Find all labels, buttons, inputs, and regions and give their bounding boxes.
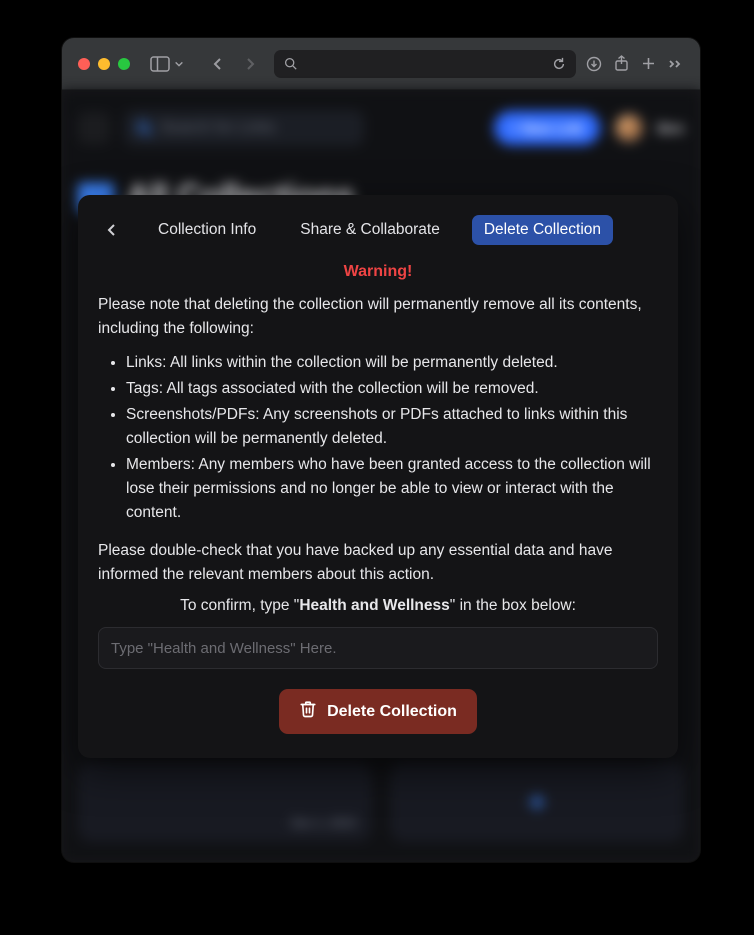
add-collection-card[interactable] (390, 762, 684, 842)
confirm-instruction: To confirm, type "Health and Wellness" i… (98, 597, 658, 615)
avatar[interactable] (614, 113, 644, 143)
downloads-icon[interactable] (586, 56, 602, 72)
list-item: Tags: All tags associated with the colle… (126, 377, 658, 401)
chevron-down-icon[interactable] (174, 59, 184, 69)
trash-icon (299, 700, 317, 723)
delete-collection-modal: Collection Info Share & Collaborate Dele… (78, 195, 678, 758)
warning-heading: Warning! (98, 263, 658, 281)
reload-icon[interactable] (552, 57, 566, 71)
app-menu-button[interactable] (78, 112, 110, 144)
address-bar[interactable] (274, 50, 576, 78)
new-tab-icon[interactable] (641, 56, 656, 71)
nav-group (204, 51, 264, 77)
window-controls (78, 58, 130, 70)
list-item: Members: Any members who have been grant… (126, 453, 658, 525)
collection-card[interactable]: Dec 1, 2023 (78, 762, 372, 842)
tab-share-collaborate[interactable]: Share & Collaborate (288, 215, 452, 245)
sidebar-toggle-group (150, 56, 184, 72)
nav-forward-button[interactable] (236, 51, 264, 77)
close-window-button[interactable] (78, 58, 90, 70)
outro-text: Please double-check that you have backed… (98, 539, 658, 587)
share-icon[interactable] (614, 55, 629, 72)
delete-collection-button[interactable]: Delete Collection (279, 689, 477, 734)
intro-text: Please note that deleting the collection… (98, 293, 658, 341)
list-item: Links: All links within the collection w… (126, 351, 658, 375)
confirm-name-input[interactable] (98, 627, 658, 669)
tabs-overflow-icon[interactable] (668, 58, 684, 70)
app-search-input[interactable]: Search for Links (124, 110, 364, 146)
user-name: Ben (658, 120, 684, 136)
tab-delete-collection[interactable]: Delete Collection (472, 215, 613, 245)
search-icon (284, 57, 297, 70)
browser-toolbar (62, 38, 700, 90)
card-date: Dec 1, 2023 (291, 816, 356, 830)
toolbar-right-group (586, 55, 684, 72)
fullscreen-window-button[interactable] (118, 58, 130, 70)
minimize-window-button[interactable] (98, 58, 110, 70)
delete-button-label: Delete Collection (327, 703, 457, 721)
nav-back-button[interactable] (204, 51, 232, 77)
app-search-placeholder: Search for Links (160, 119, 276, 137)
sidebar-icon[interactable] (150, 56, 170, 72)
new-link-button[interactable]: + New Link (494, 111, 600, 145)
tab-collection-info[interactable]: Collection Info (146, 215, 268, 245)
list-item: Screenshots/PDFs: Any screenshots or PDF… (126, 403, 658, 451)
modal-tabs: Collection Info Share & Collaborate Dele… (98, 215, 658, 245)
modal-back-button[interactable] (98, 216, 126, 244)
consequences-list: Links: All links within the collection w… (98, 351, 658, 525)
